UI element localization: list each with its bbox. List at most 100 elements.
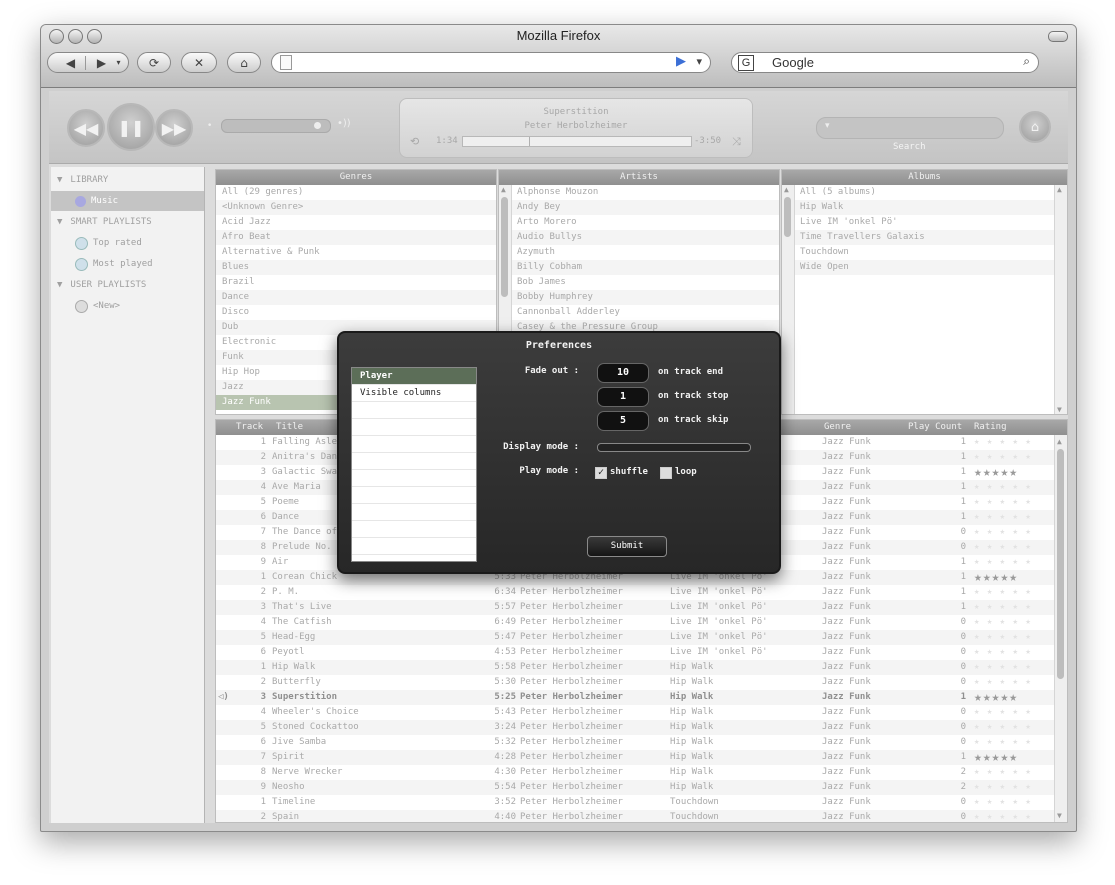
section-visible-columns[interactable]: Visible columns (352, 385, 476, 402)
fade-skip-input[interactable]: 5 (597, 411, 649, 431)
scroll-down-icon[interactable]: ▼ (1057, 811, 1062, 820)
section-player[interactable]: Player (352, 368, 476, 385)
loop-checkbox[interactable] (660, 467, 672, 479)
sidebar-item-most-played[interactable]: Most played (51, 254, 204, 274)
sidebar-item-music[interactable]: Music (51, 191, 204, 211)
artist-list-item[interactable]: Bob James (511, 275, 779, 290)
rating-stars[interactable]: ★ ★ ★ ★ ★ (974, 765, 1054, 780)
artist-list-item[interactable]: Azymuth (511, 245, 779, 260)
rating-stars[interactable]: ★ ★ ★ ★ ★ (974, 660, 1054, 675)
albums-header[interactable]: Albums (782, 170, 1067, 185)
toolbar-toggle-button[interactable] (1048, 31, 1068, 42)
google-engine-icon[interactable]: G (738, 55, 754, 71)
rating-stars[interactable]: ★ ★ ★ ★ ★ (974, 780, 1054, 795)
artist-list-item[interactable]: Arto Morero (511, 215, 779, 230)
previous-track-button[interactable]: ◀◀ (67, 109, 105, 147)
disclosure-triangle-icon[interactable]: ▼ (57, 217, 62, 227)
rating-stars[interactable]: ★ ★ ★ ★ ★ (974, 645, 1054, 660)
disclosure-triangle-icon[interactable]: ▼ (57, 280, 62, 290)
album-list-item[interactable]: Wide Open (794, 260, 1067, 275)
scroll-up-icon[interactable]: ▲ (1057, 437, 1062, 446)
genre-list-item[interactable]: Disco (216, 305, 496, 320)
sidebar-item-new-playlist[interactable]: <New> (51, 296, 204, 316)
sidebar-item-top-rated[interactable]: Top rated (51, 233, 204, 253)
rating-stars[interactable]: ★ ★ ★ ★ ★ (974, 540, 1054, 555)
tracks-scrollbar[interactable]: ▲ ▼ (1054, 435, 1067, 822)
url-dropdown-icon[interactable]: ▾ (696, 55, 702, 68)
disclosure-triangle-icon[interactable]: ▼ (57, 175, 62, 185)
go-icon[interactable]: ▶ (676, 54, 686, 69)
album-list-item[interactable]: Hip Walk (794, 200, 1067, 215)
rating-stars[interactable]: ★ ★ ★ ★ ★ (974, 675, 1054, 690)
track-row[interactable]: 7 Spirit 4:28 Peter Herbolzheimer Hip Walk Ja… (216, 750, 1056, 765)
column-genre[interactable]: Genre (824, 420, 851, 435)
album-list-item[interactable]: Time Travellers Galaxis (794, 230, 1067, 245)
rating-stars[interactable]: ★ ★ ★ ★ ★ (974, 795, 1054, 810)
library-header[interactable]: ▼ LIBRARY (51, 170, 204, 190)
genres-scroll-thumb[interactable] (501, 197, 508, 297)
track-row[interactable]: 2 Butterfly 5:30 Peter Herbolzheimer Hip Wal… (216, 675, 1056, 690)
tracks-scroll-thumb[interactable] (1057, 449, 1064, 679)
track-row[interactable]: 2 Spain 4:40 Peter Herbolzheimer Touchdown Ja… (216, 810, 1056, 822)
search-box[interactable]: G Google ⌕ (731, 52, 1039, 73)
next-track-button[interactable]: ▶▶ (155, 109, 193, 147)
album-list-item[interactable]: Live IM 'onkel Pö' (794, 215, 1067, 230)
scroll-up-icon[interactable]: ▲ (501, 185, 506, 194)
rating-stars[interactable]: ★ ★ ★ ★ ★ (974, 435, 1054, 450)
artist-list-item[interactable]: Andy Bey (511, 200, 779, 215)
genre-list-item[interactable]: All (29 genres) (216, 185, 496, 200)
rating-stars[interactable]: ★ ★ ★ ★ ★ (974, 510, 1054, 525)
stop-button[interactable]: ✕ (181, 52, 217, 73)
genre-list-item[interactable]: <Unknown Genre> (216, 200, 496, 215)
genre-list-item[interactable]: Alternative & Punk (216, 245, 496, 260)
rating-stars[interactable]: ★ ★ ★ ★ ★ (974, 480, 1054, 495)
genre-list-item[interactable]: Acid Jazz (216, 215, 496, 230)
search-dropdown-icon[interactable]: ▾ (825, 121, 830, 131)
preferences-sections-list[interactable]: Player Visible columns (351, 367, 477, 562)
scroll-up-icon[interactable]: ▲ (784, 185, 789, 194)
album-list-item[interactable]: All (5 albums) (794, 185, 1067, 200)
volume-knob[interactable] (314, 122, 321, 129)
rating-stars[interactable]: ★ ★ ★ ★ ★ (974, 705, 1054, 720)
submit-button[interactable]: Submit (587, 536, 667, 557)
track-row[interactable]: 2 P. M. 6:34 Peter Herbolzheimer Live IM 'on… (216, 585, 1056, 600)
track-row[interactable]: 5 Stoned Cockattoo 3:24 Peter Herbolzheimer… (216, 720, 1056, 735)
fade-stop-input[interactable]: 1 (597, 387, 649, 407)
progress-marker[interactable] (529, 137, 530, 146)
track-row[interactable]: 1 Hip Walk 5:58 Peter Herbolzheimer Hip Walk… (216, 660, 1056, 675)
artists-scrollbar[interactable]: ▲ (782, 185, 795, 414)
pause-button[interactable]: ❚❚ (107, 103, 155, 151)
reload-button[interactable]: ⟳ (137, 52, 171, 73)
smart-playlists-header[interactable]: ▼ SMART PLAYLISTS (51, 212, 204, 232)
home-view-button[interactable]: ⌂ (1019, 111, 1051, 143)
rating-stars[interactable]: ★★★★★ (974, 465, 1054, 480)
track-row[interactable]: 4 The Catfish 6:49 Peter Herbolzheimer Live … (216, 615, 1056, 630)
track-row[interactable]: 8 Nerve Wrecker 4:30 Peter Herbolzheimer Hip… (216, 765, 1056, 780)
genre-list-item[interactable]: Dance (216, 290, 496, 305)
url-bar[interactable]: ▶ ▾ (271, 52, 711, 73)
column-play-count[interactable]: Play Count (908, 420, 962, 435)
artists-scroll-thumb[interactable] (784, 197, 791, 237)
artist-list-item[interactable]: Bobby Humphrey (511, 290, 779, 305)
column-track[interactable]: Track (236, 420, 263, 435)
progress-bar[interactable] (462, 136, 692, 147)
track-row[interactable]: 3 That's Live 5:57 Peter Herbolzheimer Live … (216, 600, 1056, 615)
home-button[interactable]: ⌂ (227, 52, 261, 73)
rating-stars[interactable]: ★ ★ ★ ★ ★ (974, 720, 1054, 735)
artist-list-item[interactable]: Billy Cobham (511, 260, 779, 275)
rating-stars[interactable]: ★★★★★ (974, 570, 1054, 585)
genres-header[interactable]: Genres (216, 170, 496, 185)
scroll-down-icon[interactable]: ▼ (1057, 405, 1062, 414)
artists-header[interactable]: Artists (499, 170, 779, 185)
track-row[interactable]: 3 Superstition 5:25 Peter Herbolzheimer Hip … (216, 690, 1056, 705)
scroll-up-icon[interactable]: ▲ (1057, 185, 1062, 194)
rating-stars[interactable]: ★ ★ ★ ★ ★ (974, 600, 1054, 615)
track-row[interactable]: 1 Timeline 3:52 Peter Herbolzheimer Touchdow… (216, 795, 1056, 810)
back-button[interactable]: ◀ (55, 56, 85, 70)
album-list-item[interactable]: Touchdown (794, 245, 1067, 260)
genre-list-item[interactable]: Blues (216, 260, 496, 275)
user-playlists-header[interactable]: ▼ USER PLAYLISTS (51, 275, 204, 295)
rating-stars[interactable]: ★ ★ ★ ★ ★ (974, 735, 1054, 750)
rating-stars[interactable]: ★ ★ ★ ★ ★ (974, 525, 1054, 540)
track-row[interactable]: 5 Head-Egg 5:47 Peter Herbolzheimer Live IM … (216, 630, 1056, 645)
